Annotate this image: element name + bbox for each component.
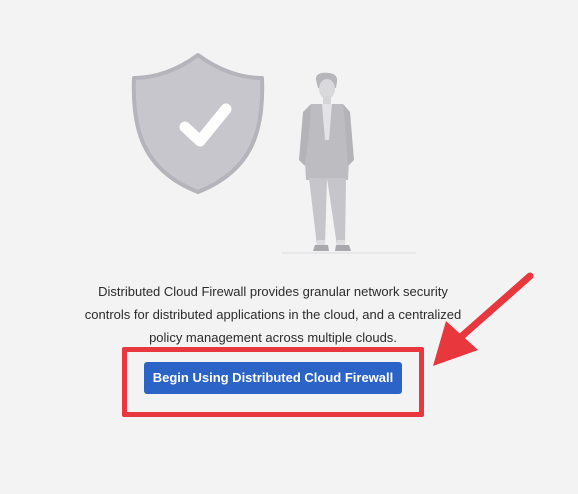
- description-line-2: controls for distributed applications in…: [84, 307, 462, 322]
- description-line-1: Distributed Cloud Firewall provides gran…: [98, 284, 448, 299]
- feature-description: Distributed Cloud Firewall provides gran…: [60, 280, 486, 349]
- empty-state-illustration: [131, 53, 416, 254]
- begin-using-firewall-button[interactable]: Begin Using Distributed Cloud Firewall: [144, 362, 402, 394]
- shield-check-icon: [131, 53, 265, 194]
- description-line-3: policy management across multiple clouds…: [149, 330, 397, 345]
- cta-container: Begin Using Distributed Cloud Firewall: [144, 362, 402, 394]
- person-illustration: [299, 72, 354, 251]
